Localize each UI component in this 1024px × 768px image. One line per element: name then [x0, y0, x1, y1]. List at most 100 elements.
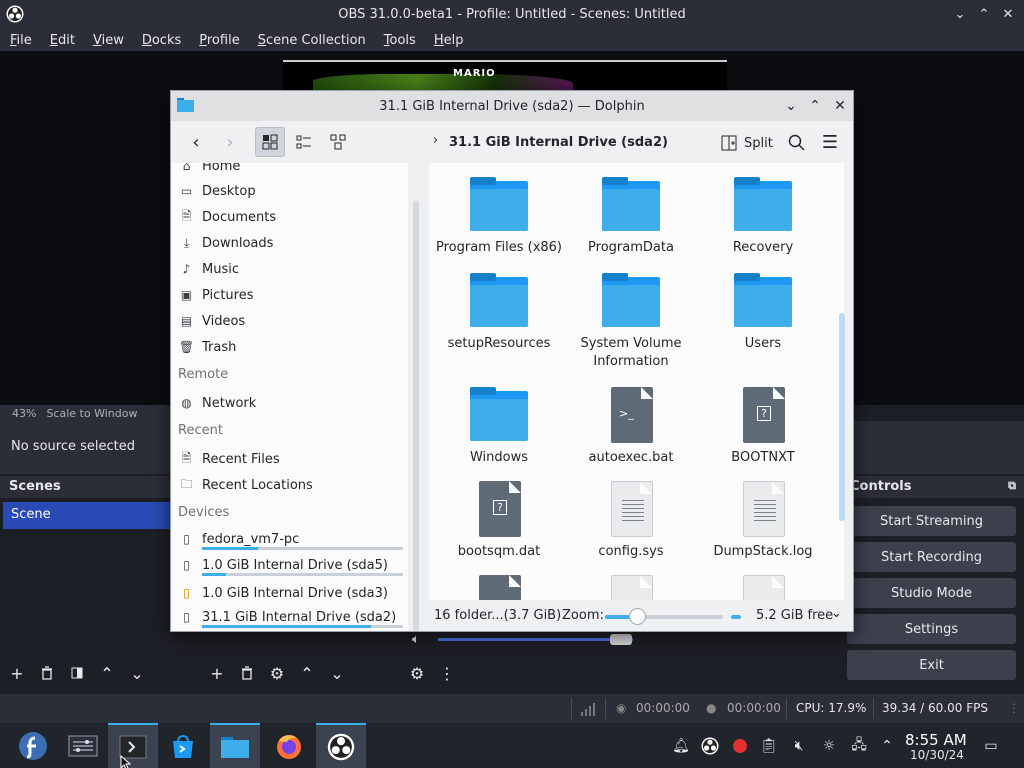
clock-time[interactable]: 8:55 AM	[905, 731, 967, 749]
file-item-partial[interactable]	[433, 573, 565, 600]
hamburger-menu-icon[interactable]: ☰	[815, 127, 845, 157]
breadcrumb[interactable]: 31.1 GiB Internal Drive (sda2)	[449, 135, 668, 150]
system-settings-icon[interactable]	[58, 723, 108, 768]
menu-docks[interactable]: Docks	[132, 33, 189, 48]
place-network[interactable]: ◍ Network	[178, 392, 256, 414]
mixer-gear-icon[interactable]: ⚙	[406, 662, 428, 684]
fedora-launcher-icon[interactable]	[8, 723, 58, 768]
menu-file[interactable]: File	[0, 33, 40, 48]
discover-store-icon[interactable]	[158, 723, 208, 768]
volume-slider-handle[interactable]	[610, 634, 632, 645]
zoom-slider-handle[interactable]	[629, 608, 646, 625]
file-view[interactable]: Program Files (x86) ProgramData Recovery se…	[429, 163, 844, 600]
network-wired-icon[interactable]: 🖧︎	[848, 735, 870, 757]
forward-arrow-icon[interactable]: ›	[215, 127, 245, 157]
scene-filter-icon[interactable]	[66, 662, 88, 684]
details-view-icon[interactable]	[289, 127, 319, 157]
file-item[interactable]: ? bootsqm.dat	[433, 479, 565, 561]
show-desktop-icon[interactable]: ▭	[980, 735, 1002, 757]
maximize-icon[interactable]: ⌃	[805, 96, 825, 116]
search-icon[interactable]	[781, 127, 811, 157]
file-item[interactable]: Windows	[433, 385, 565, 467]
volume-muted-icon[interactable]: 🔇︎	[788, 735, 810, 757]
night-color-icon[interactable]: ☼	[818, 735, 840, 757]
file-item-partial[interactable]	[697, 573, 829, 600]
file-item[interactable]: DumpStack.log	[697, 479, 829, 561]
add-scene-icon[interactable]: +	[6, 662, 28, 684]
file-item[interactable]: setupResources	[433, 271, 565, 353]
menu-tools[interactable]: Tools	[374, 33, 424, 48]
place-music[interactable]: ♪ Music	[178, 258, 239, 280]
clock-date[interactable]: 10/30/24	[910, 748, 964, 762]
close-icon[interactable]: ✕	[998, 4, 1018, 24]
file-item[interactable]: Users	[697, 271, 829, 353]
file-item[interactable]: config.sys	[565, 479, 697, 561]
menu-scene-collection[interactable]: Scene Collection	[248, 33, 374, 48]
free-space[interactable]: 5.2 GiB free	[756, 608, 833, 623]
start-streaming-button[interactable]: Start Streaming	[847, 506, 1016, 536]
dolphin-task-icon[interactable]	[210, 723, 260, 768]
clipboard-icon[interactable]: 📋︎	[758, 735, 780, 757]
resize-grip-icon[interactable]: ⋮	[1008, 701, 1020, 715]
place-home[interactable]: ⌂ Home	[178, 163, 241, 177]
minimize-icon[interactable]: ⌄	[781, 96, 801, 116]
file-item[interactable]: ProgramData	[565, 175, 697, 257]
studio-mode-button[interactable]: Studio Mode	[847, 578, 1016, 608]
mixer-menu-icon[interactable]: ⋮	[436, 662, 458, 684]
firefox-icon[interactable]	[264, 723, 314, 768]
menu-view[interactable]: View	[83, 33, 132, 48]
obs-task-icon[interactable]	[316, 723, 366, 768]
place-desktop[interactable]: ▭ Desktop	[178, 180, 256, 202]
place-pictures[interactable]: ▣ Pictures	[178, 284, 254, 306]
exit-button[interactable]: Exit	[847, 650, 1016, 680]
signal-bars-icon	[581, 703, 595, 716]
place-recent-locations[interactable]: 🗀︎ Recent Locations	[178, 474, 312, 496]
file-item[interactable]: >_ autoexec.bat	[565, 385, 697, 467]
menu-help[interactable]: Help	[424, 33, 472, 48]
file-item[interactable]: Recovery	[697, 175, 829, 257]
compact-view-icon[interactable]	[323, 127, 353, 157]
place-videos[interactable]: ▤ Videos	[178, 310, 245, 332]
minimize-icon[interactable]: ⌄	[950, 4, 970, 24]
menu-profile[interactable]: Profile	[189, 33, 247, 48]
notification-bell-icon[interactable]: 🔔︎	[670, 735, 692, 757]
start-recording-button[interactable]: Start Recording	[847, 542, 1016, 572]
file-item[interactable]: Program Files (x86)	[433, 175, 565, 257]
source-properties-gear-icon[interactable]: ⚙	[266, 662, 288, 684]
icons-view-icon[interactable]	[255, 127, 285, 157]
terminal-icon[interactable]	[108, 723, 158, 768]
record-indicator-icon[interactable]	[729, 735, 751, 757]
device-sda3[interactable]: ▯ 1.0 GiB Internal Drive (sda3)	[178, 582, 388, 604]
volume-track[interactable]	[438, 638, 633, 641]
close-icon[interactable]: ✕	[830, 96, 850, 116]
back-arrow-icon[interactable]: ‹	[181, 127, 211, 157]
file-item[interactable]: System Volume Information	[565, 271, 697, 371]
chevron-down-icon[interactable]: ⌄	[831, 606, 842, 621]
maximize-icon[interactable]: ⌃	[974, 4, 994, 24]
settings-button[interactable]: Settings	[847, 614, 1016, 644]
place-documents[interactable]: 🗎︎ Documents	[178, 206, 276, 228]
place-trash[interactable]: 🗑︎ Trash	[178, 336, 236, 358]
remove-scene-icon[interactable]	[36, 662, 58, 684]
add-source-icon[interactable]: +	[206, 662, 228, 684]
place-downloads[interactable]: ⤓ Downloads	[178, 232, 274, 254]
move-source-up-icon[interactable]: ⌃	[296, 662, 318, 684]
breadcrumb-chevron-icon[interactable]: ›	[433, 133, 438, 148]
places-scrollbar[interactable]	[413, 201, 419, 631]
file-item[interactable]: ? BOOTNXT	[697, 385, 829, 467]
file-item-partial[interactable]	[565, 573, 697, 600]
scene-list-item[interactable]: Scene	[3, 502, 171, 529]
undock-icon[interactable]: ⧉	[1008, 479, 1016, 493]
move-scene-up-icon[interactable]: ⌃	[96, 662, 118, 684]
file-view-scrollbar[interactable]	[839, 313, 845, 521]
tray-expand-icon[interactable]: ⌃	[876, 735, 898, 757]
obs-tray-icon[interactable]	[699, 735, 721, 757]
remove-source-icon[interactable]	[236, 662, 258, 684]
place-recent-files[interactable]: 🗎︎ Recent Files	[178, 448, 280, 470]
unknown-file-icon: ?	[469, 479, 529, 539]
menu-edit[interactable]: Edit	[40, 33, 83, 48]
move-source-down-icon[interactable]: ⌄	[326, 662, 348, 684]
move-scene-down-icon[interactable]: ⌄	[126, 662, 148, 684]
split-button[interactable]: Split	[721, 135, 773, 151]
zoom-mode-select[interactable]: Scale to Window	[46, 407, 137, 420]
